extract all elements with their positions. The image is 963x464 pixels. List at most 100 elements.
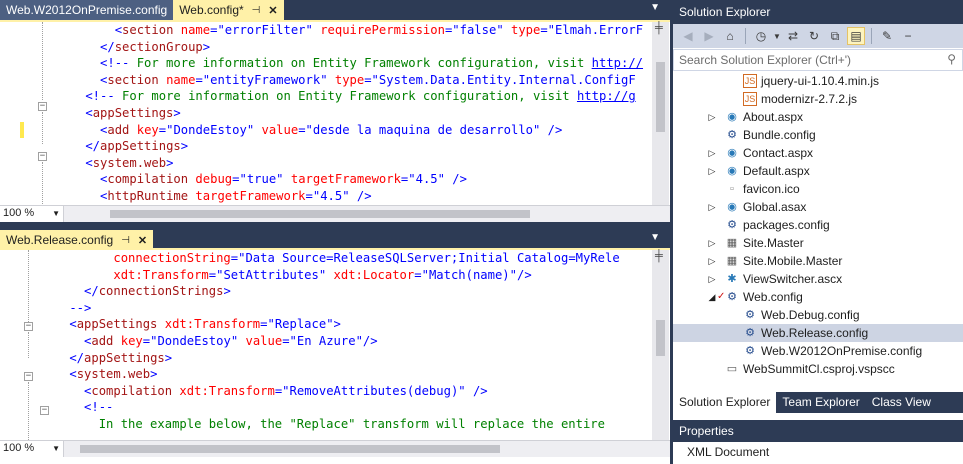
tree-item[interactable]: ◢ ✓ ⚙ Web.config bbox=[673, 288, 963, 306]
pin-icon[interactable]: ⊣ bbox=[121, 235, 130, 246]
show-all-files-icon[interactable]: ▤ bbox=[847, 27, 865, 45]
code-line[interactable]: <!-- For more information on Entity Fram… bbox=[56, 88, 652, 105]
code-line[interactable]: <!-- bbox=[40, 399, 652, 416]
code-line[interactable]: xdt:Transform="SetAttributes" xdt:Locato… bbox=[40, 267, 652, 284]
code-token: In the example below, the "Replace" tran… bbox=[40, 416, 605, 431]
pin-icon[interactable]: ⊣ bbox=[252, 5, 261, 16]
code-line[interactable]: </sectionGroup> bbox=[56, 39, 652, 56]
home-icon[interactable]: ⌂ bbox=[721, 27, 739, 45]
collapse-toggle-icon[interactable]: − bbox=[38, 152, 47, 161]
tab-web-release-config[interactable]: Web.Release.config ⊣ ✕ bbox=[0, 230, 154, 250]
tree-item[interactable]: ▷ ✱ ViewSwitcher.ascx bbox=[673, 270, 963, 288]
code-line[interactable]: --> bbox=[40, 300, 652, 317]
tree-item[interactable]: ⚙ packages.config bbox=[673, 216, 963, 234]
code-line[interactable]: <section name="entityFramework" type="Sy… bbox=[56, 72, 652, 89]
tree-item[interactable]: ▷ ◉ Global.asax bbox=[673, 198, 963, 216]
collapse-toggle-icon[interactable]: − bbox=[38, 102, 47, 111]
expand-arrow-icon[interactable]: ▷ bbox=[707, 252, 717, 270]
code-line[interactable]: <system.web> bbox=[40, 366, 652, 383]
code-line[interactable]: <appSettings xdt:Transform="Replace"> bbox=[40, 316, 652, 333]
code-line[interactable]: </appSettings> bbox=[56, 138, 652, 155]
code-line[interactable]: </connectionStrings> bbox=[40, 283, 652, 300]
expand-arrow-icon[interactable]: ▷ bbox=[707, 144, 717, 162]
code-token: > bbox=[202, 39, 211, 54]
zoom-dropdown[interactable]: 100 % ▼ bbox=[0, 441, 64, 457]
tree-item[interactable]: ⚙ Bundle.config bbox=[673, 126, 963, 144]
search-icon[interactable]: ⚲ bbox=[947, 52, 956, 66]
minus-icon[interactable]: − bbox=[899, 27, 917, 45]
code-line[interactable]: <add key="DondeEstoy" value="En Azure"/> bbox=[40, 333, 652, 350]
chevron-down-icon[interactable]: ▼ bbox=[773, 27, 781, 45]
tree-item[interactable]: ▫ favicon.ico bbox=[673, 180, 963, 198]
top-vertical-scrollbar[interactable]: ╪ bbox=[652, 22, 669, 206]
tree-item[interactable]: ▷ ◉ Contact.aspx bbox=[673, 144, 963, 162]
split-handle-icon[interactable]: ╪ bbox=[655, 22, 663, 34]
split-handle-icon[interactable]: ╪ bbox=[655, 250, 663, 262]
bottom-code-editor[interactable]: connectionString="Data Source=ReleaseSQL… bbox=[0, 250, 652, 440]
expand-arrow-icon[interactable]: ▷ bbox=[707, 198, 717, 216]
forward-icon[interactable]: ▶ bbox=[700, 27, 718, 45]
collapse-all-icon[interactable]: ⧉ bbox=[826, 27, 844, 45]
horizontal-scroll-thumb[interactable] bbox=[110, 210, 530, 218]
tree-item[interactable]: ⚙ Web.W2012OnPremise.config bbox=[673, 342, 963, 360]
code-line[interactable]: </appSettings> bbox=[40, 350, 652, 367]
tab-team-explorer[interactable]: Team Explorer bbox=[776, 392, 865, 413]
expand-arrow-icon[interactable]: ▷ bbox=[707, 270, 717, 288]
code-line[interactable]: <add key="DondeEstoy" value="desde la ma… bbox=[56, 122, 652, 139]
tab-overflow-dropdown-icon[interactable]: ▼ bbox=[650, 232, 660, 243]
collapse-arrow-icon[interactable]: ◢ bbox=[707, 288, 717, 306]
tree-item[interactable]: ⚙ Web.Release.config bbox=[673, 324, 963, 342]
tree-item[interactable]: ▭ WebSummitCl.csproj.vspscc bbox=[673, 360, 963, 378]
code-line[interactable]: <!-- For more information on Entity Fram… bbox=[56, 55, 652, 72]
tree-item[interactable]: ▷ ◉ Default.aspx bbox=[673, 162, 963, 180]
tree-item[interactable]: ▷ ▦ Site.Mobile.Master bbox=[673, 252, 963, 270]
tab-web-config[interactable]: Web.config* ⊣ ✕ bbox=[173, 0, 284, 20]
top-code-editor[interactable]: <section name="errorFilter" requirePermi… bbox=[0, 22, 652, 206]
collapse-toggle-icon[interactable]: − bbox=[24, 372, 33, 381]
tree-item[interactable]: ▷ ▦ Site.Master bbox=[673, 234, 963, 252]
pending-changes-filter-icon[interactable]: ◷ bbox=[752, 27, 770, 45]
tree-item[interactable]: ▷ ◉ About.aspx bbox=[673, 108, 963, 126]
code-line[interactable]: connectionString="Data Source=ReleaseSQL… bbox=[40, 250, 652, 267]
code-line[interactable]: <system.web> bbox=[56, 155, 652, 172]
bottom-vertical-scrollbar[interactable]: ╪ bbox=[652, 250, 669, 440]
properties-wrench-icon[interactable]: ✎ bbox=[878, 27, 896, 45]
sync-with-document-icon[interactable]: ⇄ bbox=[784, 27, 802, 45]
expand-arrow-icon[interactable]: ▷ bbox=[707, 234, 717, 252]
code-token: " /> bbox=[437, 172, 467, 187]
code-token: appSettings bbox=[100, 139, 181, 154]
code-line[interactable]: <section name="errorFilter" requirePermi… bbox=[56, 22, 652, 39]
scroll-thumb[interactable] bbox=[656, 320, 665, 356]
tab-overflow-dropdown-icon[interactable]: ▼ bbox=[650, 2, 660, 13]
solution-explorer-search[interactable]: Search Solution Explorer (Ctrl+') ⚲ bbox=[673, 49, 963, 71]
scroll-thumb[interactable] bbox=[656, 62, 665, 132]
code-line[interactable]: <compilation xdt:Transform="RemoveAttrib… bbox=[40, 383, 652, 400]
code-line[interactable]: In the example below, the "Replace" tran… bbox=[40, 416, 652, 433]
tree-item[interactable]: JS jquery-ui-1.10.4.min.js bbox=[673, 72, 963, 90]
code-token: < bbox=[56, 23, 123, 37]
collapse-toggle-icon[interactable]: − bbox=[24, 322, 33, 331]
tab-solution-explorer[interactable]: Solution Explorer bbox=[673, 392, 777, 413]
code-line[interactable]: <appSettings> bbox=[56, 105, 652, 122]
code-line[interactable]: <httpRuntime targetFramework="4.5" /> bbox=[56, 188, 652, 205]
close-icon[interactable]: ✕ bbox=[138, 234, 147, 247]
tab-web-w2012onpremise-config[interactable]: Web.W2012OnPremise.config bbox=[0, 0, 174, 20]
close-icon[interactable]: ✕ bbox=[268, 4, 277, 17]
tab-class-view[interactable]: Class View bbox=[866, 392, 937, 413]
expand-arrow-icon[interactable]: ▷ bbox=[707, 162, 717, 180]
tree-item[interactable]: ⚙ Web.Debug.config bbox=[673, 306, 963, 324]
code-token: connectionString bbox=[40, 251, 231, 265]
zoom-dropdown[interactable]: 100 % ▼ bbox=[0, 206, 64, 222]
refresh-icon[interactable]: ↻ bbox=[805, 27, 823, 45]
config-file-icon: ⚙ bbox=[727, 129, 737, 141]
code-line[interactable]: <compilation debug="true" targetFramewor… bbox=[56, 171, 652, 188]
code-token: --> bbox=[40, 300, 92, 315]
toolbar-separator bbox=[871, 28, 872, 44]
collapse-toggle-icon[interactable]: − bbox=[40, 406, 49, 415]
back-icon[interactable]: ◀ bbox=[679, 27, 697, 45]
horizontal-scroll-thumb[interactable] bbox=[80, 445, 500, 453]
tool-window-tabs: Solution Explorer Team Explorer Class Vi… bbox=[673, 392, 963, 413]
tree-item[interactable]: JS modernizr-2.7.2.js bbox=[673, 90, 963, 108]
tree-item-label: ViewSwitcher.ascx bbox=[743, 272, 843, 286]
expand-arrow-icon[interactable]: ▷ bbox=[707, 108, 717, 126]
